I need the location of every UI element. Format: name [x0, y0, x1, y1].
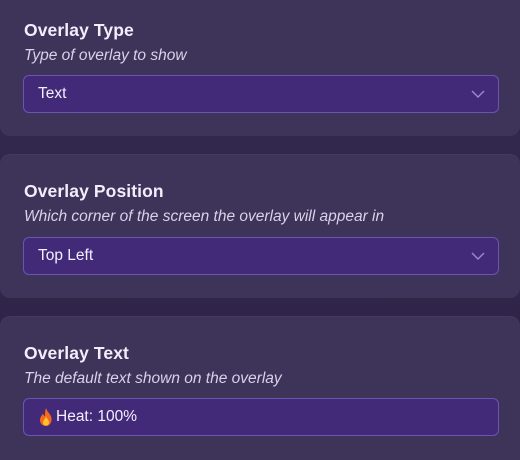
overlay-text-value: Heat: 100% — [56, 408, 137, 425]
overlay-position-selected-value: Top Left — [38, 247, 94, 264]
overlay-type-card: Overlay Type Type of overlay to show Tex… — [0, 0, 520, 136]
overlay-type-description: Type of overlay to show — [24, 47, 187, 64]
overlay-type-select[interactable]: Text — [23, 75, 499, 113]
fire-icon — [40, 408, 52, 426]
overlay-position-description: Which corner of the screen the overlay w… — [24, 208, 385, 225]
overlay-type-selected-value: Text — [38, 85, 67, 102]
chevron-down-icon — [471, 252, 485, 260]
overlay-position-title: Overlay Position — [24, 181, 164, 201]
overlay-settings-panel: Overlay Type Type of overlay to show Tex… — [0, 0, 520, 460]
overlay-position-card: Overlay Position Which corner of the scr… — [0, 154, 520, 298]
overlay-text-input[interactable]: Heat: 100% — [23, 398, 499, 436]
overlay-text-title: Overlay Text — [24, 343, 129, 363]
overlay-type-title: Overlay Type — [24, 20, 134, 40]
overlay-text-description: The default text shown on the overlay — [24, 370, 282, 387]
overlay-text-card: Overlay Text The default text shown on t… — [0, 316, 520, 460]
overlay-position-select[interactable]: Top Left — [23, 237, 499, 275]
chevron-down-icon — [471, 90, 485, 98]
